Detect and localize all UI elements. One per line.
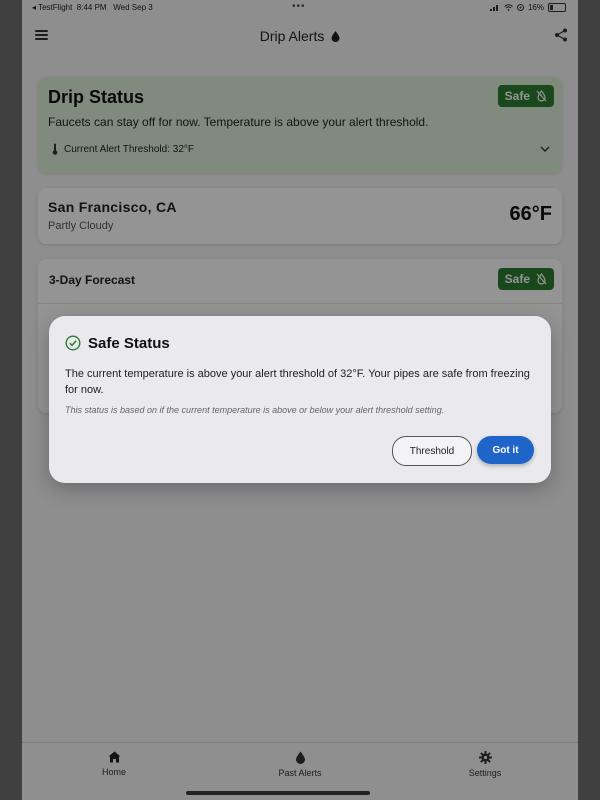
got-it-button[interactable]: Got it	[477, 436, 534, 464]
threshold-button[interactable]: Threshold	[392, 436, 472, 466]
dialog-title: Safe Status	[88, 335, 170, 352]
check-circle-icon	[65, 335, 81, 351]
dialog-note: This status is based on if the current t…	[65, 405, 445, 415]
safe-status-dialog: Safe Status The current temperature is a…	[49, 316, 551, 483]
home-indicator[interactable]	[186, 791, 370, 795]
dialog-body: The current temperature is above your al…	[65, 368, 530, 396]
